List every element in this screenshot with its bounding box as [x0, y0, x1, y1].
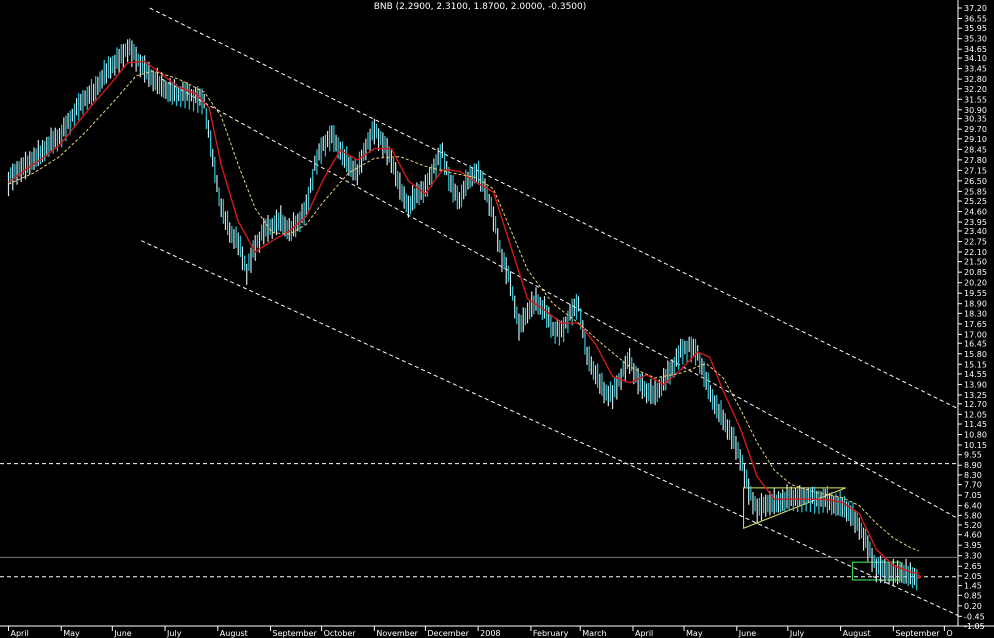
last-price-marker	[916, 574, 921, 579]
x-tick-label: O	[946, 629, 952, 638]
x-tick-label: June	[738, 629, 757, 638]
x-tick-label: July	[789, 629, 805, 638]
x-tick-label: October	[324, 629, 357, 638]
y-tick-label: 19.55	[964, 289, 987, 298]
y-tick-label: 8.30	[964, 471, 982, 480]
y-tick-label: 1.45	[964, 582, 982, 591]
y-tick-label: 2.05	[964, 572, 982, 581]
y-tick-label: 24.60	[964, 208, 987, 217]
x-tick-label: August	[843, 629, 871, 638]
moving-average-slow-line	[8, 70, 920, 552]
y-tick-label: 18.30	[964, 309, 987, 318]
y-tick-label: 31.55	[964, 95, 987, 104]
x-tick-label: February	[533, 629, 569, 638]
x-tick-label: July	[166, 629, 182, 638]
y-tick-label: 9.55	[964, 451, 982, 460]
channel-line	[149, 7, 959, 410]
y-tick-label: 22.10	[964, 248, 987, 257]
y-tick-label: 22.75	[964, 237, 987, 246]
y-tick-label: 4.60	[964, 531, 982, 540]
x-tick-label: December	[427, 629, 469, 638]
x-tick-label: 2008	[480, 629, 500, 638]
y-tick-label: 15.15	[964, 360, 987, 369]
y-tick-label: 23.40	[964, 227, 987, 236]
y-tick-label: 30.90	[964, 106, 987, 115]
y-tick-label: 26.50	[964, 177, 987, 186]
y-tick-label: 17.65	[964, 320, 987, 329]
y-tick-label: 23.95	[964, 218, 987, 227]
y-tick-label: 15.80	[964, 350, 987, 359]
y-tick-label: 8.90	[964, 461, 982, 470]
y-tick-label: 14.55	[964, 370, 987, 379]
y-tick-label: 20.20	[964, 279, 987, 288]
chart-canvas: 37.20 36.5535.95 35.3034.6534.10 33.4532.80…	[0, 0, 994, 638]
y-tick-label: 10.15	[964, 441, 987, 450]
channel-line	[141, 240, 959, 616]
y-tick-label: 25.25	[964, 197, 987, 206]
y-tick-label: 7.70	[964, 481, 982, 490]
x-tick-label: April	[635, 629, 653, 638]
x-tick-label: June	[113, 629, 132, 638]
y-tick-label: 33.45	[964, 65, 987, 74]
y-tick-label: 27.15	[964, 166, 987, 175]
y-tick-label: 3.95	[964, 541, 982, 550]
y-tick-label: 5.80	[964, 511, 982, 520]
chart: BNB (2.2900, 2.3100, 1.8700, 2.0000, -0.…	[0, 0, 994, 638]
y-tick-label: 11.45	[964, 420, 987, 429]
y-tick-label: 27.80	[964, 156, 987, 165]
y-tick-label: 35.30	[964, 35, 987, 44]
y-tick-label: 5.20	[964, 521, 982, 530]
y-tick-label: 13.25	[964, 391, 987, 400]
y-tick-label: 12.70	[964, 400, 987, 409]
y-tick-label: 10.80	[964, 431, 987, 440]
y-tick-label: 2.65	[964, 562, 982, 571]
y-tick-label: 29.70	[964, 125, 987, 134]
y-tick-label: 21.50	[964, 258, 987, 267]
y-tick-label: -1.05	[964, 622, 985, 631]
y-tick-label: 6.40	[964, 502, 982, 511]
y-tick-label: 37.20	[964, 4, 987, 13]
x-tick-label: March	[582, 629, 606, 638]
y-tick-label: -0.45	[964, 612, 985, 621]
y-tick-label: 3.30	[964, 552, 982, 561]
y-tick-label: 36.55	[964, 15, 987, 24]
y-tick-label: 16.45	[964, 339, 987, 348]
x-tick-label: May	[686, 629, 703, 638]
channel-line	[161, 78, 959, 519]
y-tick-label: 18.90	[964, 300, 987, 309]
x-tick-label: September	[273, 629, 318, 638]
y-tick-label: 32.20	[964, 85, 987, 94]
x-tick-label: August	[220, 629, 248, 638]
y-tick-label: 34.10	[964, 54, 987, 63]
y-tick-label: 35.95	[964, 24, 987, 33]
y-tick-label: 17.00	[964, 330, 987, 339]
y-tick-label: 25.85	[964, 187, 987, 196]
x-tick-label: September	[895, 629, 940, 638]
y-tick-label: 30.35	[964, 115, 987, 124]
x-tick-label: May	[63, 629, 80, 638]
y-tick-label: 20.85	[964, 268, 987, 277]
y-tick-label: 32.80	[964, 75, 987, 84]
y-tick-label: 0.20	[964, 602, 982, 611]
y-tick-label: 34.65	[964, 45, 987, 54]
y-tick-label: 29.10	[964, 135, 987, 144]
y-tick-label: 12.05	[964, 410, 987, 419]
x-tick-label: April	[11, 629, 29, 638]
y-tick-label: 7.05	[964, 491, 982, 500]
y-tick-label: 28.45	[964, 145, 987, 154]
y-tick-label: 13.90	[964, 380, 987, 389]
x-tick-label: November	[376, 629, 418, 638]
y-tick-label: 0.85	[964, 591, 982, 600]
